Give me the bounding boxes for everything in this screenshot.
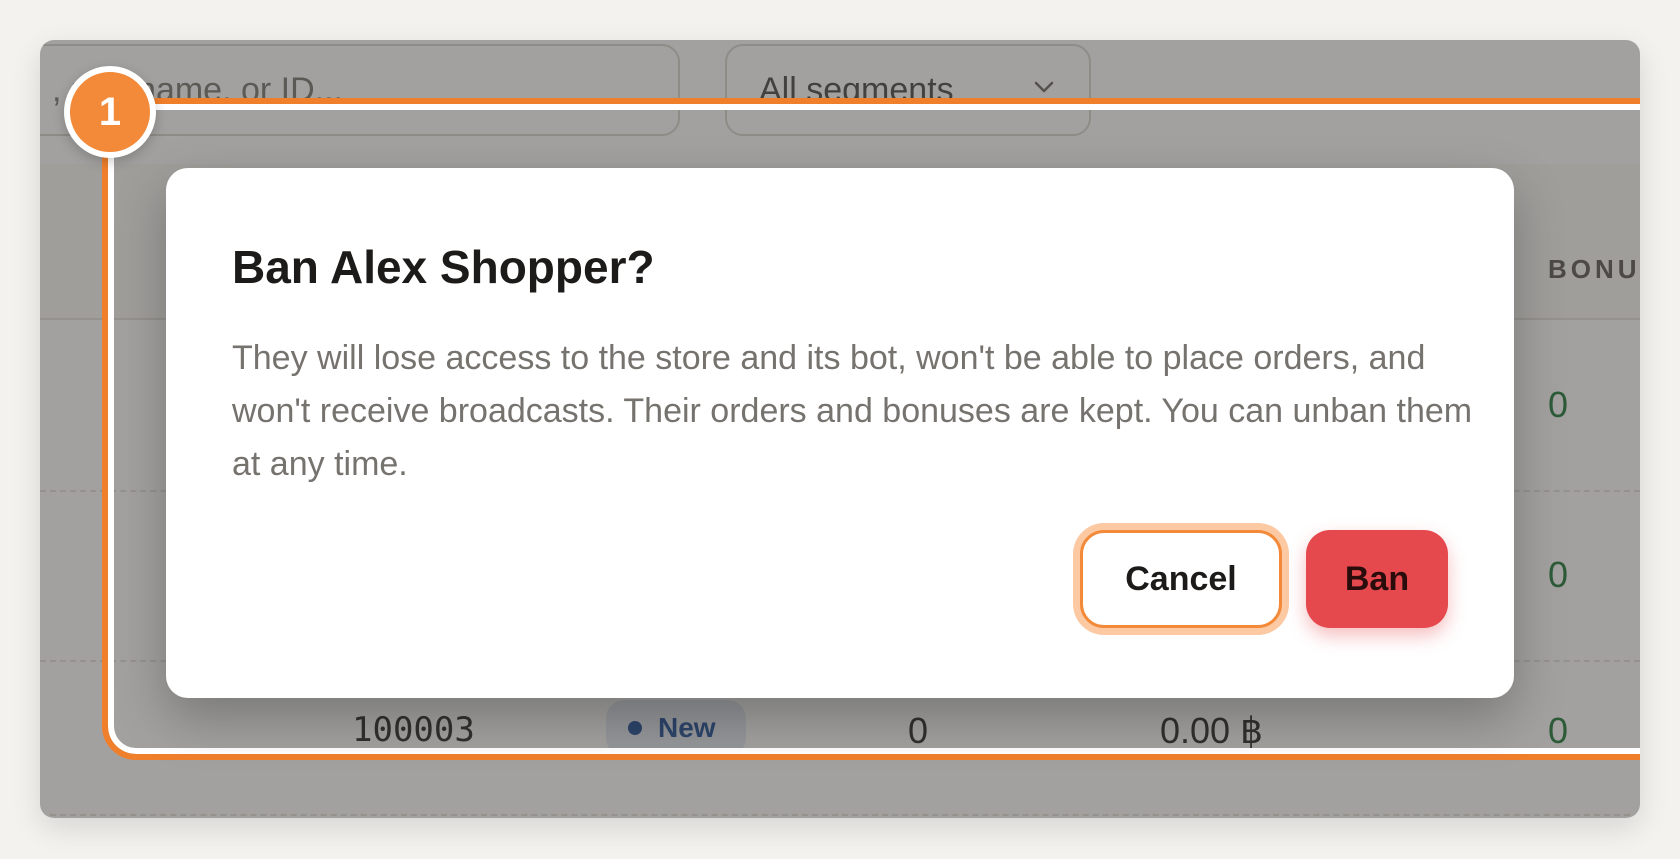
step-badge: 1 — [64, 66, 156, 158]
ban-confirm-dialog: Ban Alex Shopper? They will lose access … — [166, 168, 1514, 698]
ban-button[interactable]: Ban — [1306, 530, 1448, 628]
dialog-title: Ban Alex Shopper? — [232, 241, 655, 293]
dialog-message: They will lose access to the store and i… — [232, 339, 1473, 483]
cancel-button[interactable]: Cancel — [1080, 530, 1282, 628]
app-window: , username, or ID... All segments BONU 0… — [40, 40, 1640, 818]
